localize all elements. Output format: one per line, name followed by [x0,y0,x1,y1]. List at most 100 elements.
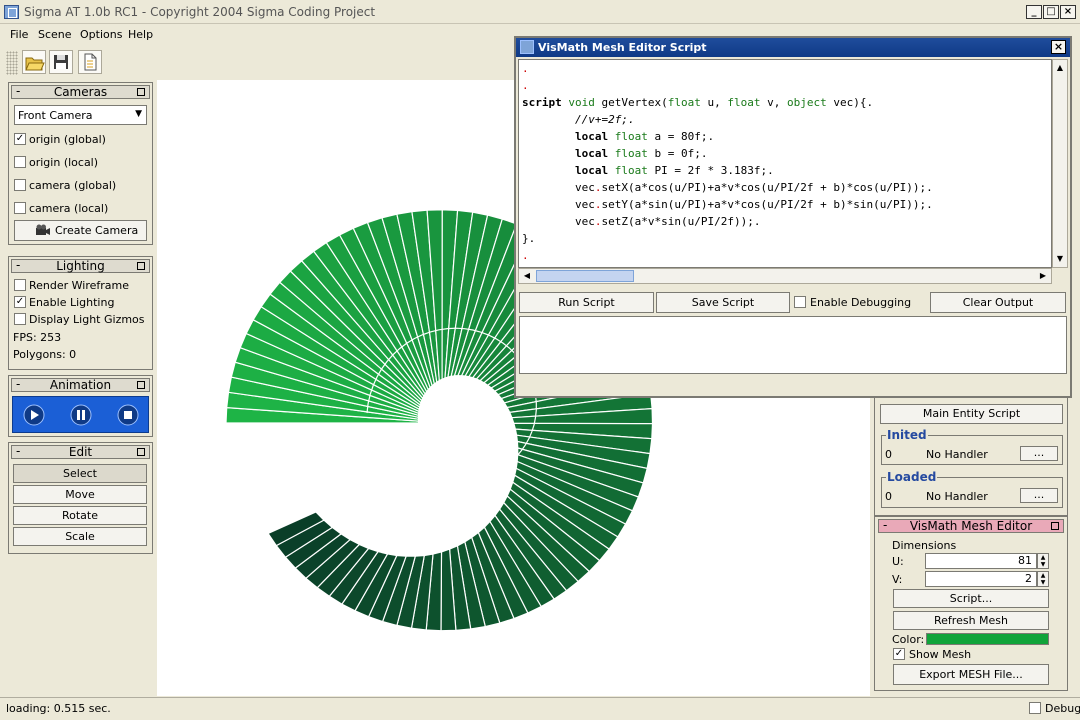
script-button[interactable]: Script... [893,589,1049,608]
code-line[interactable]: script void getVertex(float u, float v, … [522,96,873,109]
scroll-down-icon[interactable]: ▼ [1054,252,1066,266]
loaded-browse-button[interactable]: ... [1020,488,1058,503]
cameras-panel-title: Cameras [53,85,108,99]
code-line[interactable]: vec.setX(a*cos(u/PI)+a*v*cos(u/PI/2f + b… [522,181,933,194]
origin-global-checkbox[interactable]: ✓ [14,133,26,145]
menu-options[interactable]: Options [80,28,122,41]
app-icon [520,40,534,54]
pause-icon[interactable] [70,404,92,426]
undock-icon[interactable] [137,381,145,389]
script-output-area[interactable] [519,316,1067,374]
enable-debugging-checkbox[interactable] [794,296,806,308]
collapse-icon[interactable]: - [16,378,20,390]
code-line[interactable]: local float PI = 2f * 3.183f;. [522,164,774,177]
close-icon[interactable]: × [1060,5,1076,19]
maximize-icon[interactable]: □ [1043,5,1059,19]
code-line[interactable]: //v+=2f;. [522,113,635,126]
undock-icon[interactable] [137,262,145,270]
app-icon [4,5,19,19]
origin-local-label: origin (local) [29,156,99,169]
toolbar-grip[interactable] [6,51,18,75]
edit-panel-header[interactable]: - Edit [11,445,150,459]
animation-panel-header[interactable]: - Animation [11,378,150,392]
cameras-panel: - Cameras Front Camera ▼ ✓ origin (globa… [8,82,153,245]
code-vertical-scrollbar[interactable]: ▲ ▼ [1052,59,1068,268]
v-label: V: [892,573,903,586]
code-line[interactable]: }. [522,232,535,245]
collapse-icon[interactable]: - [16,259,20,271]
cameras-panel-header[interactable]: - Cameras [11,85,150,99]
collapse-icon[interactable]: - [16,85,20,97]
export-mesh-button[interactable]: Export MESH File... [893,664,1049,685]
main-title-bar: Sigma AT 1.0b RC1 - Copyright 2004 Sigma… [0,0,1080,24]
stop-icon[interactable] [117,404,139,426]
script-editor-title-bar[interactable]: VisMath Mesh Editor Script × [516,38,1070,57]
loaded-count: 0 [885,490,892,503]
script-editor-title: VisMath Mesh Editor Script [538,41,707,54]
color-label: Color: [892,633,925,646]
save-script-button[interactable]: Save Script [656,292,790,313]
code-line[interactable]: vec.setY(a*sin(u/PI)+a*v*cos(u/PI/2f + b… [522,198,933,211]
loaded-title: Loaded [886,470,938,484]
inited-count: 0 [885,448,892,461]
move-button[interactable]: Move [13,485,147,504]
undock-icon[interactable] [137,448,145,456]
lighting-panel-header[interactable]: - Lighting [11,259,150,273]
code-line[interactable]: vec.setZ(a*v*sin(u/PI/2f));. [522,215,760,228]
camera-global-checkbox[interactable] [14,179,26,191]
v-input[interactable]: 2 [925,571,1037,587]
v-stepper[interactable]: ▲ ▼ [1037,571,1049,587]
mesh-color-swatch[interactable] [926,633,1049,645]
u-stepper[interactable]: ▲ ▼ [1037,553,1049,569]
origin-local-checkbox[interactable] [14,156,26,168]
new-document-button[interactable] [78,50,102,74]
select-button[interactable]: Select [13,464,147,483]
minimize-icon[interactable]: _ [1026,5,1042,19]
clear-output-button[interactable]: Clear Output [930,292,1066,313]
u-input[interactable]: 81 [925,553,1037,569]
inited-group: Inited 0 No Handler ... [881,428,1063,465]
code-horizontal-scrollbar[interactable]: ◀ ▶ [518,268,1052,284]
script-code-editor[interactable]: .. script void getVertex(float u, float v… [518,59,1052,268]
scroll-right-icon[interactable]: ▶ [1036,270,1050,282]
enable-lighting-checkbox[interactable]: ✓ [14,296,26,308]
undock-icon[interactable] [1051,522,1059,530]
main-entity-script-button[interactable]: Main Entity Script [880,404,1063,424]
rotate-button[interactable]: Rotate [13,506,147,525]
menu-scene[interactable]: Scene [38,28,72,41]
code-line[interactable]: . [522,249,529,262]
play-icon[interactable] [23,404,45,426]
menu-help[interactable]: Help [128,28,153,41]
chevron-down-icon: ▼ [135,109,142,119]
refresh-mesh-button[interactable]: Refresh Mesh [893,611,1049,630]
scroll-left-icon[interactable]: ◀ [520,270,534,282]
show-mesh-checkbox[interactable]: ✓ [893,648,905,660]
collapse-icon[interactable]: - [883,519,887,531]
display-light-gizmos-checkbox[interactable] [14,313,26,325]
camera-select[interactable]: Front Camera ▼ [14,105,147,125]
scale-button[interactable]: Scale [13,527,147,546]
scroll-up-icon[interactable]: ▲ [1054,61,1066,75]
show-mesh-label: Show Mesh [909,648,972,661]
code-line[interactable]: local float b = 0f;. [522,147,707,160]
code-line[interactable]: . [522,79,529,92]
window-title: Sigma AT 1.0b RC1 - Copyright 2004 Sigma… [24,5,376,19]
mesh-editor-header[interactable]: - VisMath Mesh Editor [878,519,1064,533]
horizontal-scroll-thumb[interactable] [536,270,634,282]
inited-browse-button[interactable]: ... [1020,446,1058,461]
code-line[interactable]: . [522,62,529,75]
dimensions-label: Dimensions [892,539,957,552]
close-icon[interactable]: × [1051,40,1066,54]
render-wireframe-checkbox[interactable] [14,279,26,291]
debug-label: Debug [1045,702,1080,715]
save-button[interactable] [49,50,73,74]
undock-icon[interactable] [137,88,145,96]
open-button[interactable] [22,50,46,74]
create-camera-button[interactable]: Create Camera [14,220,147,241]
menu-file[interactable]: File [10,28,28,41]
camera-local-checkbox[interactable] [14,202,26,214]
collapse-icon[interactable]: - [16,445,20,457]
code-line[interactable]: local float a = 80f;. [522,130,714,143]
debug-checkbox[interactable] [1029,702,1041,714]
run-script-button[interactable]: Run Script [519,292,654,313]
